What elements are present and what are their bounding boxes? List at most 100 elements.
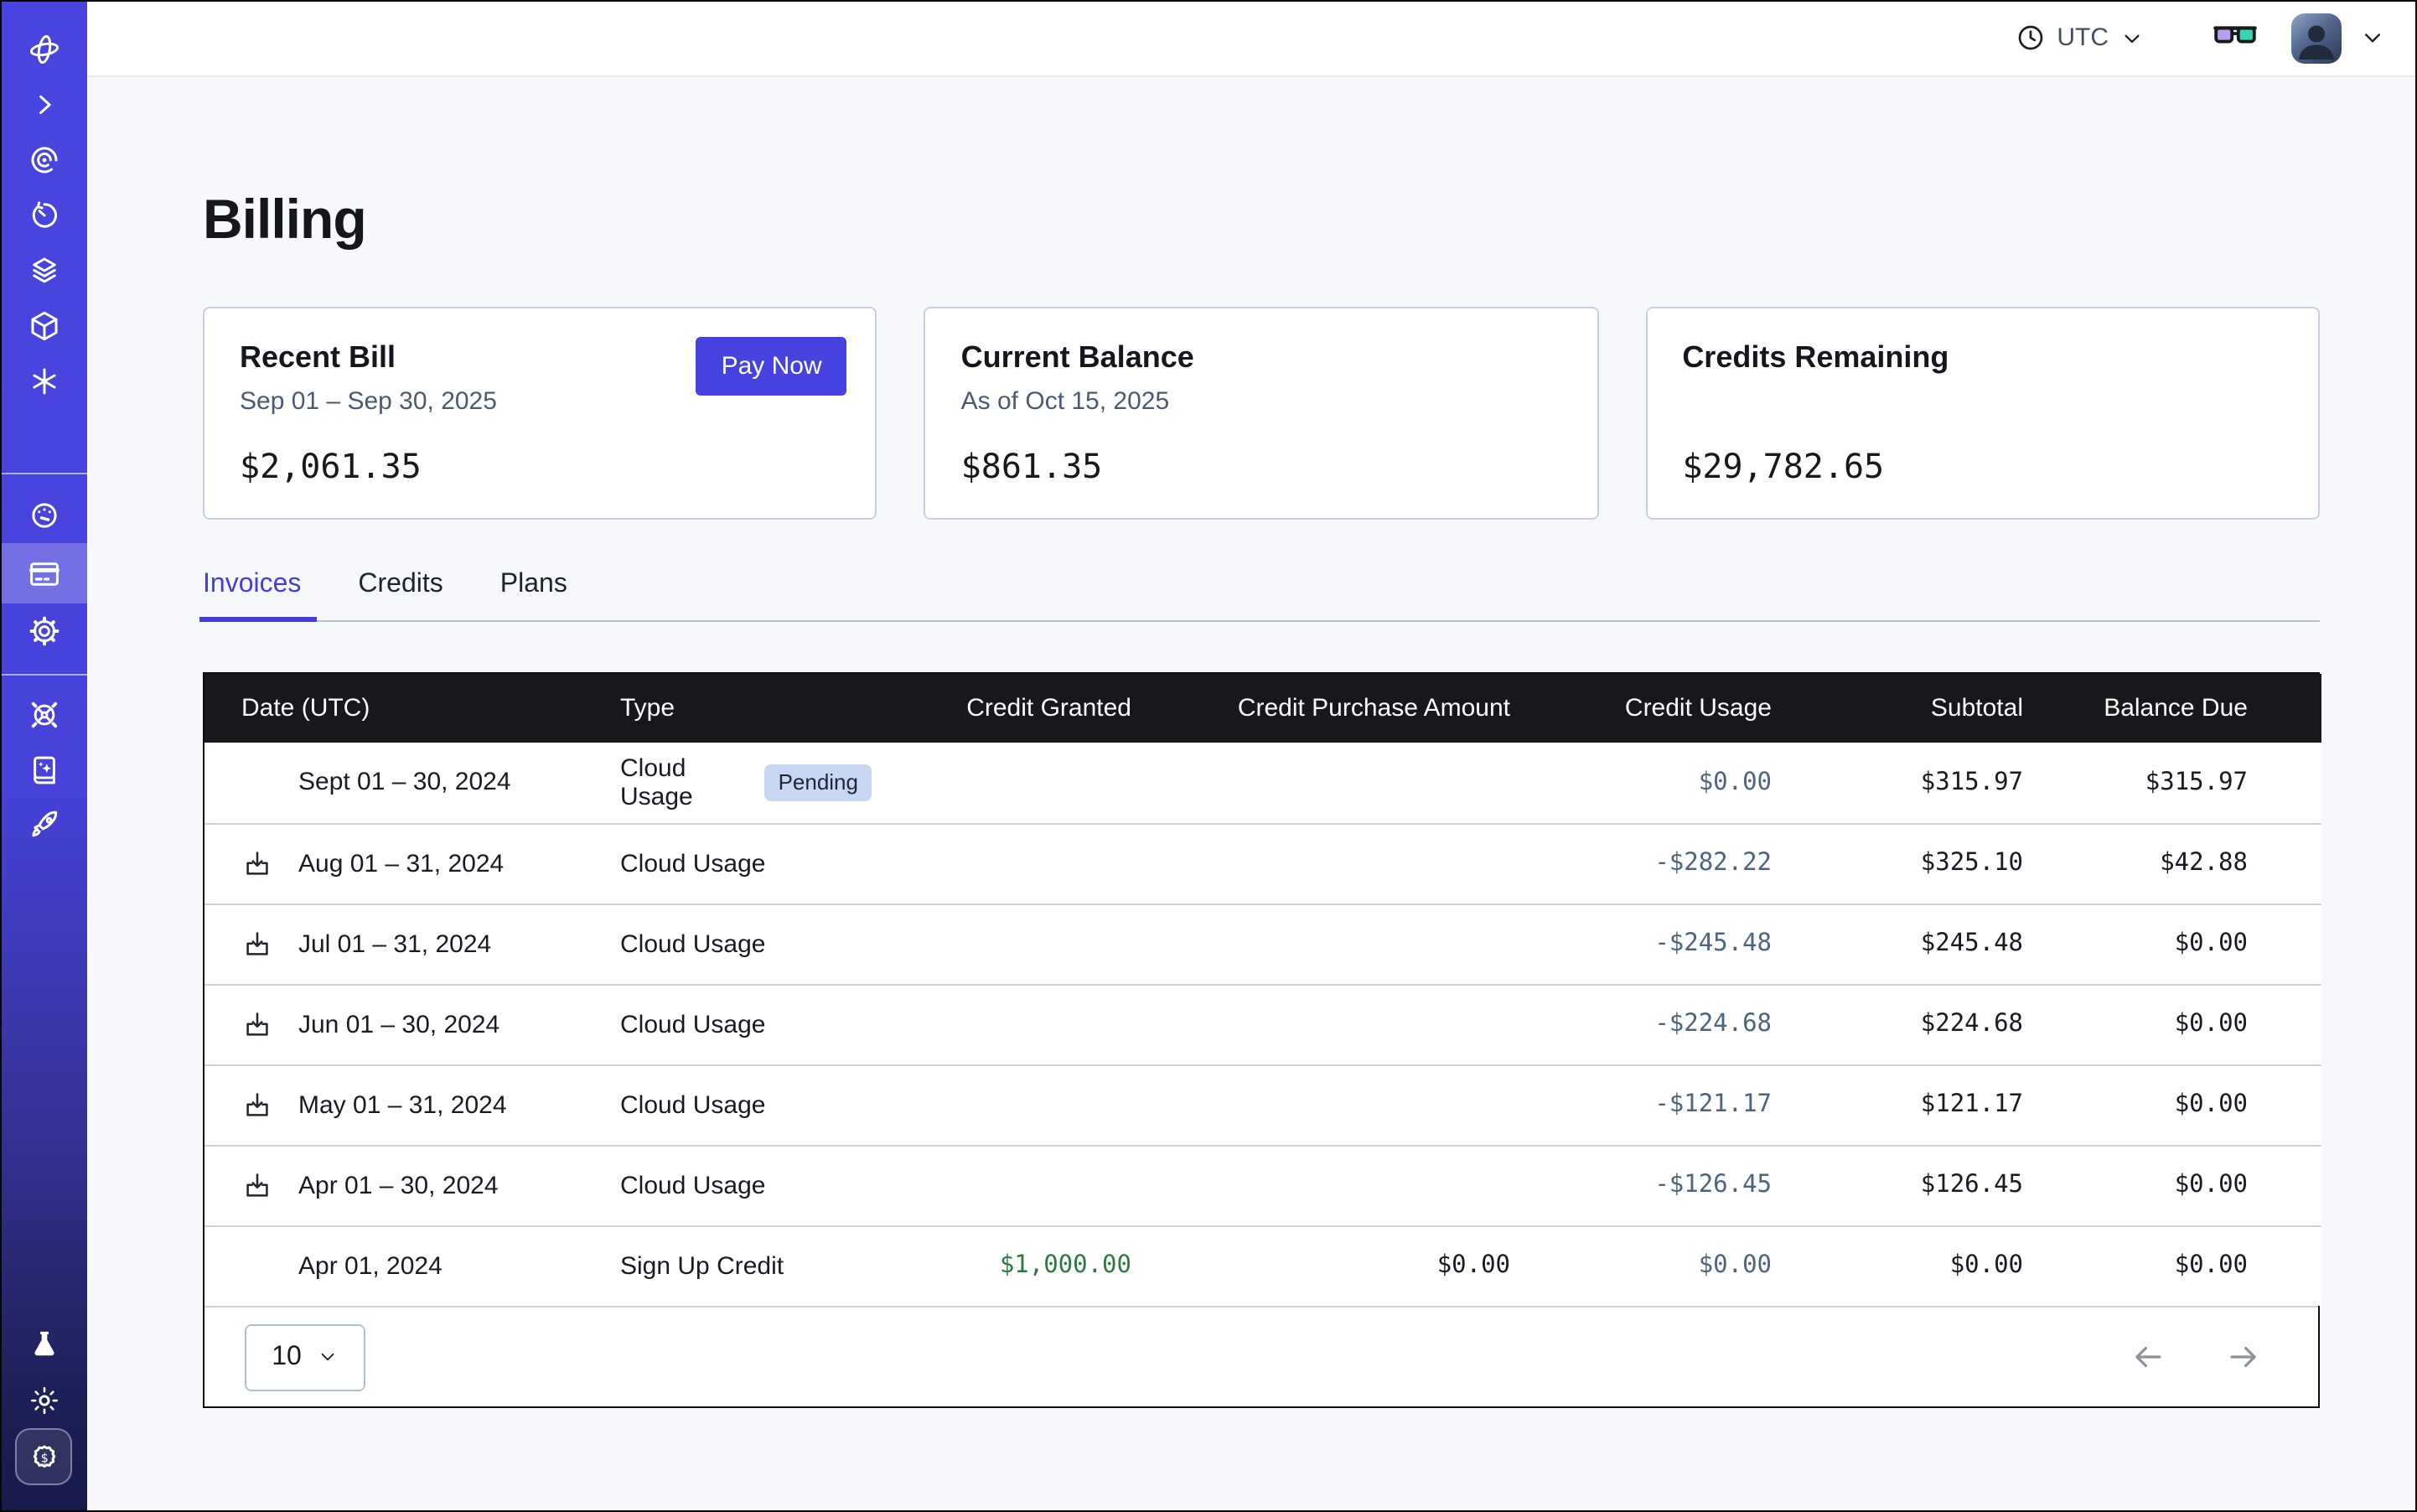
glasses-icon	[2213, 22, 2258, 54]
dollar-seal-icon: $	[26, 1439, 61, 1474]
col-subtotal: Subtotal	[1772, 674, 2023, 743]
col-type: Type	[620, 674, 872, 743]
sidebar-collapse-button[interactable]	[0, 77, 87, 132]
arrow-left-icon	[2130, 1339, 2166, 1375]
download-icon	[241, 1008, 273, 1040]
orbit-logo-icon	[26, 32, 61, 67]
subtotal-value: $245.48	[1772, 904, 2023, 984]
sidebar-item-observe[interactable]	[0, 132, 87, 188]
recent-bill-card: Recent Bill Sep 01 – Sep 30, 2025 $2,061…	[203, 307, 877, 520]
sidebar-item-docs[interactable]	[0, 743, 87, 798]
card-title: Credits Remaining	[1682, 340, 2283, 375]
balance-due-value: $0.00	[2023, 904, 2321, 984]
col-credit-purchase-amount: Credit Purchase Amount	[1131, 674, 1510, 743]
magic-book-icon	[26, 753, 61, 788]
sidebar-item-billing[interactable]	[0, 543, 87, 603]
sidebar-item-history[interactable]	[0, 188, 87, 243]
next-page-button[interactable]	[2226, 1339, 2261, 1375]
app-root: $ UTC	[0, 0, 2417, 1512]
rocket-icon	[26, 808, 61, 843]
subtotal-value: $315.97	[1772, 743, 2023, 823]
brand-logo[interactable]	[0, 22, 87, 77]
download-invoice-button[interactable]	[241, 1008, 273, 1040]
download-icon	[241, 928, 273, 960]
sidebar-item-services[interactable]	[0, 354, 87, 409]
sidebar-divider	[0, 674, 87, 676]
download-invoice-button[interactable]	[241, 847, 273, 879]
table-row: Apr 01 – 30, 2024 Cloud Usage -$126.45 $…	[204, 1145, 2321, 1225]
sidebar-item-labs[interactable]	[0, 1318, 87, 1373]
credits-reward-button[interactable]: $	[15, 1428, 72, 1485]
tab-invoices[interactable]: Invoices	[203, 570, 301, 620]
table-header-row: Date (UTC) Type Credit Granted Credit Pu…	[204, 674, 2321, 743]
page-size-select[interactable]: 10	[245, 1323, 365, 1390]
download-slot	[241, 1250, 285, 1283]
avatar-photo	[2291, 13, 2342, 63]
chevron-down-icon	[2119, 24, 2145, 51]
invoice-date: Sept 01 – 30, 2024	[298, 769, 511, 797]
download-icon	[241, 1089, 273, 1121]
invoice-date: Apr 01 – 30, 2024	[298, 1171, 499, 1199]
user-menu-button[interactable]	[2358, 23, 2387, 52]
ship-wheel-icon	[26, 697, 61, 733]
invoices-table: Date (UTC) Type Credit Granted Credit Pu…	[204, 674, 2321, 1306]
card-title: Current Balance	[961, 340, 1562, 375]
reader-mode-button[interactable]	[2213, 22, 2258, 54]
page-size-value: 10	[272, 1342, 302, 1372]
invoice-type: Cloud Usage	[620, 1171, 765, 1199]
sidebar-item-theme[interactable]	[0, 1373, 87, 1428]
sidebar-item-fleet[interactable]	[0, 687, 87, 743]
credit-granted-value: $1,000.00	[872, 1225, 1131, 1306]
timer-icon	[26, 198, 61, 233]
sidebar-item-launch[interactable]	[0, 798, 87, 853]
invoice-date: Aug 01 – 31, 2024	[298, 849, 504, 878]
col-balance-due: Balance Due	[2023, 674, 2321, 743]
sidebar-item-dashboard[interactable]	[0, 488, 87, 543]
invoice-type: Cloud Usage	[620, 1010, 765, 1038]
tab-credits[interactable]: Credits	[358, 570, 443, 620]
invoice-type: Sign Up Credit	[620, 1252, 784, 1281]
main-content: Billing Recent Bill Sep 01 – Sep 30, 202…	[87, 77, 2417, 1512]
status-badge: Pending	[765, 764, 872, 800]
credit-usage-value: $0.00	[1510, 743, 1772, 823]
chevron-right-icon	[26, 87, 61, 122]
table-row: Sept 01 – 30, 2024 Cloud UsagePending $0…	[204, 743, 2321, 823]
invoice-type: Cloud Usage	[620, 1090, 765, 1119]
user-avatar[interactable]	[2291, 13, 2342, 63]
cube-icon	[26, 308, 61, 344]
timezone-selector[interactable]: UTC	[2015, 22, 2145, 54]
arrow-right-icon	[2226, 1339, 2261, 1375]
credit-usage-value: -$282.22	[1510, 823, 1772, 904]
table-row: Apr 01, 2024 Sign Up Credit $1,000.00 $0…	[204, 1225, 2321, 1306]
subtotal-value: $325.10	[1772, 823, 2023, 904]
subtotal-value: $126.45	[1772, 1145, 2023, 1225]
download-invoice-button[interactable]	[241, 1089, 273, 1121]
col-credit-usage: Credit Usage	[1510, 674, 1772, 743]
sidebar-item-layers[interactable]	[0, 243, 87, 298]
credit-usage-value: -$126.45	[1510, 1145, 1772, 1225]
sidebar-item-sandbox[interactable]	[0, 298, 87, 354]
page-title: Billing	[203, 188, 2320, 251]
card-subtitle: As of Oct 15, 2025	[961, 387, 1562, 417]
download-invoice-button[interactable]	[241, 1169, 273, 1201]
download-invoice-button[interactable]	[241, 928, 273, 960]
credits-remaining-amount: $29,782.65	[1682, 446, 2283, 486]
tab-plans[interactable]: Plans	[500, 570, 567, 620]
credit-purchase-amount-value: $0.00	[1131, 1225, 1510, 1306]
invoice-date: Apr 01, 2024	[298, 1252, 443, 1281]
sun-icon	[26, 1383, 61, 1418]
credit-usage-value: $0.00	[1510, 1225, 1772, 1306]
balance-due-value: $0.00	[2023, 1225, 2321, 1306]
balance-due-value: $42.88	[2023, 823, 2321, 904]
previous-page-button[interactable]	[2130, 1339, 2166, 1375]
current-balance-amount: $861.35	[961, 446, 1562, 486]
pagination-arrows	[2130, 1339, 2261, 1375]
current-balance-card: Current Balance As of Oct 15, 2025 $861.…	[924, 307, 1599, 520]
table-row: Jun 01 – 30, 2024 Cloud Usage -$224.68 $…	[204, 984, 2321, 1064]
asterisk-icon	[26, 364, 61, 399]
sidebar-item-settings[interactable]	[0, 603, 87, 659]
recent-bill-amount: $2,061.35	[240, 446, 841, 486]
table-row: Aug 01 – 31, 2024 Cloud Usage -$282.22 $…	[204, 823, 2321, 904]
pay-now-button[interactable]: Pay Now	[696, 337, 847, 396]
table-row: Jul 01 – 31, 2024 Cloud Usage -$245.48 $…	[204, 904, 2321, 984]
